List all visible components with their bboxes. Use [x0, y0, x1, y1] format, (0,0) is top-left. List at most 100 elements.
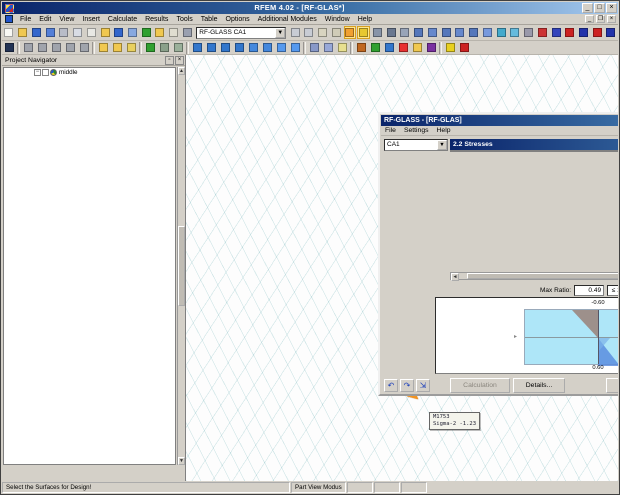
graphic-button[interactable]: Graphic [606, 378, 618, 393]
block-library-icon[interactable] [125, 41, 138, 54]
photo-icon[interactable] [399, 26, 412, 39]
menu-insert[interactable]: Insert [78, 16, 104, 23]
menu-options[interactable]: Options [222, 16, 254, 23]
arc-icon[interactable] [50, 41, 63, 54]
load-case-red-icon[interactable] [563, 26, 576, 39]
design-case-combo[interactable]: CA1 ▼ [384, 139, 448, 151]
save-icon[interactable] [30, 26, 43, 39]
table-horizontal-scrollbar[interactable]: ◄ ► [450, 272, 618, 280]
circle-icon[interactable] [64, 41, 77, 54]
selection-mode-icon[interactable] [344, 26, 357, 39]
table-icon[interactable] [167, 26, 180, 39]
refresh-icon[interactable] [140, 26, 153, 39]
surfaces-view-icon[interactable] [426, 26, 439, 39]
scroll-down-icon[interactable]: ▼ [178, 457, 185, 465]
rotate-view-icon[interactable] [261, 41, 274, 54]
grid-numbers-icon[interactable] [412, 26, 425, 39]
layer-new-icon[interactable] [97, 41, 110, 54]
mdi-minimize-button[interactable]: _ [585, 15, 594, 23]
chevron-down-icon[interactable]: ▼ [275, 28, 285, 38]
render-wire-icon[interactable] [322, 41, 335, 54]
tree-item-middle[interactable]: −middle [4, 69, 175, 77]
dialog-titlebar[interactable]: RF-GLASS - [RF-GLAS] × [381, 115, 618, 126]
open-icon[interactable] [16, 26, 29, 39]
mdi-child-icon[interactable] [5, 15, 13, 23]
zoom-all-icon[interactable] [233, 41, 246, 54]
jump-next-button[interactable]: ⇲ [416, 379, 430, 392]
mesh-settings-icon[interactable] [158, 41, 171, 54]
menu-file[interactable]: File [16, 16, 35, 23]
scroll-thumb[interactable] [178, 226, 185, 306]
solids-view-icon[interactable] [440, 26, 453, 39]
project-manager-icon[interactable] [154, 26, 167, 39]
section-tool-icon[interactable] [425, 41, 438, 54]
copy-tool-icon[interactable] [369, 41, 382, 54]
scroll-up-icon[interactable]: ▲ [178, 67, 185, 75]
dialog-menu-settings[interactable]: Settings [400, 127, 433, 134]
zoom-window-icon[interactable] [191, 41, 204, 54]
isometric-view-icon[interactable] [289, 41, 302, 54]
line-icon[interactable] [22, 41, 35, 54]
user-view-icon[interactable] [371, 26, 384, 39]
render-solid-icon[interactable] [308, 41, 321, 54]
scroll-left-icon[interactable]: ◄ [451, 273, 459, 281]
center-icon[interactable] [508, 26, 521, 39]
menu-calculate[interactable]: Calculate [104, 16, 141, 23]
visibility-icon[interactable] [357, 26, 370, 39]
menu-help[interactable]: Help [354, 16, 376, 23]
settings2-icon[interactable] [522, 26, 535, 39]
close-button[interactable]: × [606, 3, 617, 13]
dialog-menu-help[interactable]: Help [433, 127, 455, 134]
copy-icon[interactable] [85, 26, 98, 39]
navigator-scrollbar[interactable]: ▲ ▼ [177, 67, 185, 465]
mesh-icon[interactable] [144, 41, 157, 54]
pin-icon[interactable]: ▫ [165, 56, 174, 65]
jump-first-button[interactable]: ↶ [384, 379, 398, 392]
results-view-icon[interactable] [454, 26, 467, 39]
expander-icon[interactable]: − [34, 69, 41, 76]
measure-tool-icon[interactable] [411, 41, 424, 54]
refine-icon[interactable] [172, 41, 185, 54]
calculation-button[interactable]: Calculation [450, 378, 510, 393]
delete-tool-icon[interactable] [397, 41, 410, 54]
x-axis-icon[interactable] [550, 26, 563, 39]
combo-red-icon[interactable] [591, 26, 604, 39]
select-arrow-icon[interactable] [3, 41, 16, 54]
mdi-close-button[interactable]: × [607, 15, 616, 23]
scroll-thumb[interactable] [467, 273, 618, 279]
zoom-out-icon[interactable] [219, 41, 232, 54]
rotate-icon[interactable] [495, 26, 508, 39]
menu-table[interactable]: Table [197, 16, 222, 23]
spline-icon[interactable] [78, 41, 91, 54]
mdi-restore-button[interactable]: ❐ [596, 15, 605, 23]
jump-prev-button[interactable]: ↷ [400, 379, 414, 392]
wireframe-icon[interactable] [481, 26, 494, 39]
menu-additional-modules[interactable]: Additional Modules [254, 16, 321, 23]
redo-icon[interactable] [126, 26, 139, 39]
print-icon[interactable] [57, 26, 70, 39]
partial-view-icon[interactable] [458, 41, 471, 54]
layer-manager-icon[interactable] [111, 41, 124, 54]
minimize-button[interactable]: _ [582, 3, 593, 13]
dialog-menu-file[interactable]: File [381, 127, 400, 134]
color-scale-icon[interactable] [444, 41, 457, 54]
polyline-icon[interactable] [36, 41, 49, 54]
pan-icon[interactable] [247, 41, 260, 54]
move-tool-icon[interactable] [355, 41, 368, 54]
maximize-button[interactable]: □ [594, 3, 605, 13]
menu-tools[interactable]: Tools [172, 16, 196, 23]
chevron-down-icon[interactable]: ▼ [437, 140, 447, 150]
axes-icon[interactable] [330, 26, 343, 39]
delete-results-icon[interactable] [536, 26, 549, 39]
stresses-table[interactable] [450, 150, 618, 152]
mirror-tool-icon[interactable] [383, 41, 396, 54]
zoom-in-icon[interactable] [205, 41, 218, 54]
light-icon[interactable] [336, 41, 349, 54]
combo-blue-icon[interactable] [605, 26, 618, 39]
design-case-toolbar-combo[interactable]: RF-GLASS CA1▼ [196, 27, 286, 39]
menu-view[interactable]: View [55, 16, 78, 23]
nav-forward-icon[interactable] [302, 26, 315, 39]
values-view-icon[interactable] [467, 26, 480, 39]
previous-view-icon[interactable] [275, 41, 288, 54]
print-preview-icon[interactable] [71, 26, 84, 39]
